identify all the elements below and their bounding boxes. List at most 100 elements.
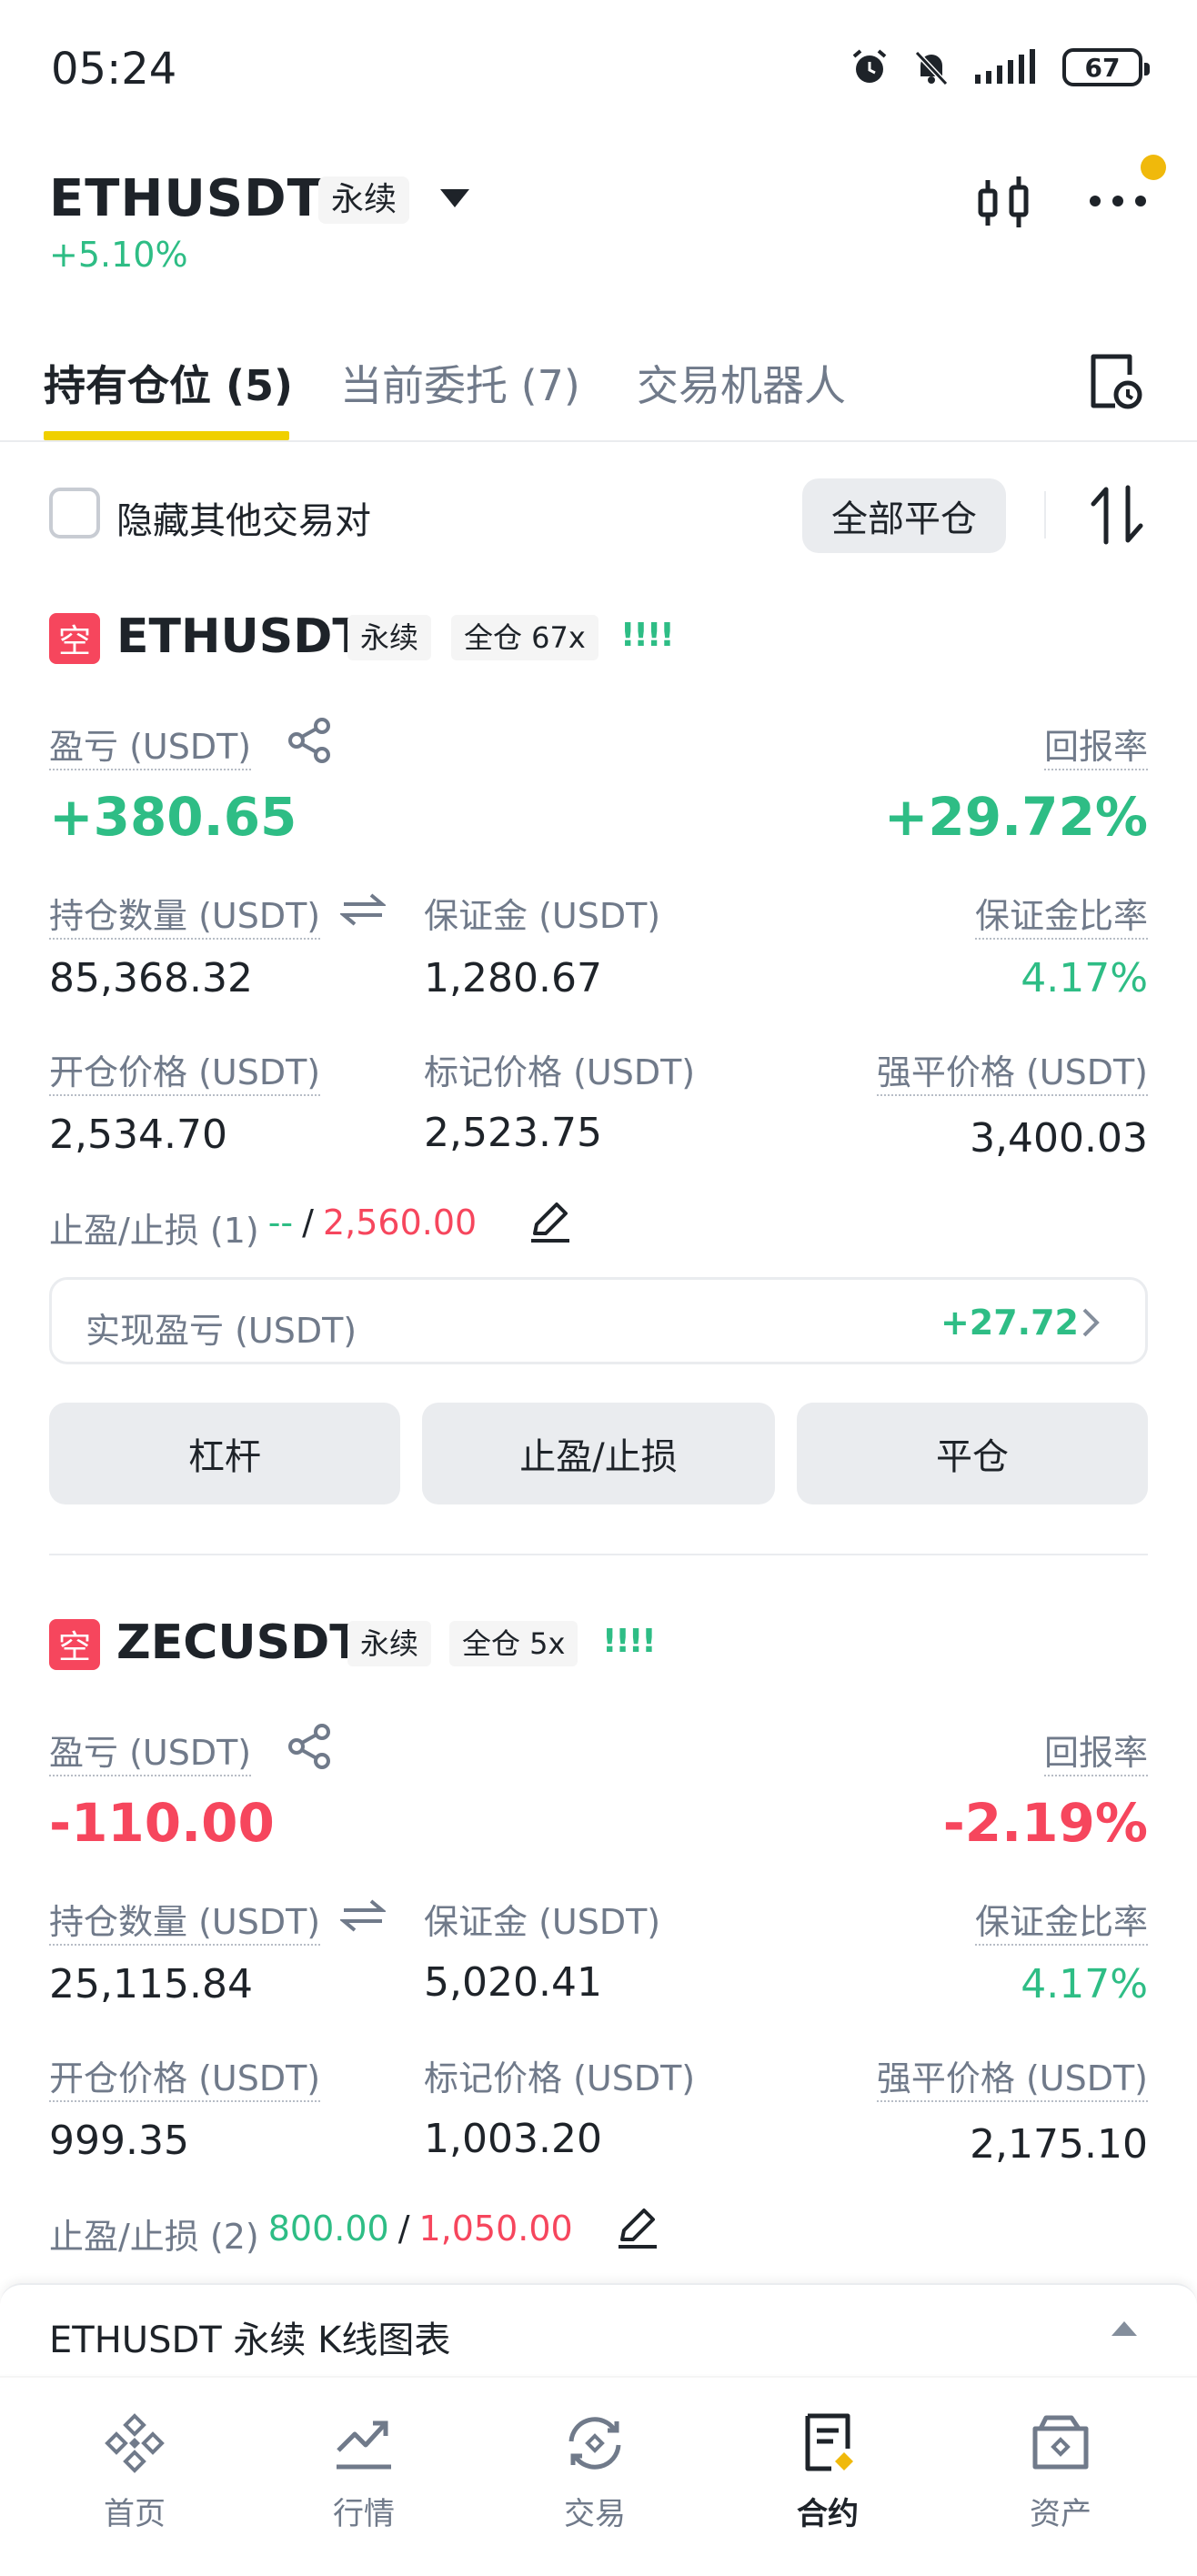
margin-label: 保证金 (USDT): [424, 1902, 661, 1942]
adl-indicator: !!!!: [602, 1623, 657, 1660]
margin-value: 5,020.41: [424, 1959, 602, 2006]
trade-exchange-icon: [568, 2417, 621, 2470]
close-position-button[interactable]: 平仓: [797, 1403, 1148, 1504]
stop-loss-value: 2,560.00: [322, 1202, 478, 1243]
page-title[interactable]: ETHUSDT: [49, 169, 323, 228]
margin-mode-badge[interactable]: 全仓 5x: [449, 1621, 578, 1666]
roe-value: -2.19%: [942, 1792, 1148, 1854]
nav-trade[interactable]: 交易: [513, 2410, 677, 2533]
tpsl-separator: /: [302, 1202, 314, 1243]
margin-ratio-label[interactable]: 保证金比率: [974, 1902, 1148, 1946]
tpsl-separator: /: [397, 2209, 410, 2249]
short-badge: 空: [49, 613, 100, 664]
order-history-icon[interactable]: [1088, 351, 1144, 411]
divider: [1044, 491, 1046, 538]
more-menu-icon[interactable]: [1086, 178, 1150, 224]
size-value: 85,368.32: [49, 955, 253, 1001]
close-all-button[interactable]: 全部平仓: [802, 478, 1006, 553]
tab-active-indicator: [44, 431, 289, 440]
realized-pnl-label: 实现盈亏 (USDT): [86, 1311, 357, 1351]
size-label[interactable]: 持仓数量 (USDT): [49, 896, 321, 940]
markets-chart-icon: [337, 2420, 391, 2470]
share-icon[interactable]: [286, 717, 333, 764]
status-time: 05:24: [51, 44, 177, 95]
tab-trading-bots[interactable]: 交易机器人: [637, 353, 846, 413]
nav-label: 首页: [104, 2496, 166, 2532]
pnl-label[interactable]: 盈亏 (USDT): [49, 727, 252, 770]
margin-ratio-value: 4.17%: [1021, 955, 1148, 1001]
tab-positions[interactable]: 持有仓位 (5): [44, 353, 293, 413]
position-symbol[interactable]: ETHUSDT: [116, 609, 365, 664]
size-label[interactable]: 持仓数量 (USDT): [49, 1902, 321, 1946]
tpsl-row: 止盈/止损 (1) -- / 2,560.00: [49, 1202, 477, 1253]
unrealized-pnl-value: -110.00: [49, 1792, 275, 1854]
nav-label: 合约: [797, 2496, 859, 2532]
perpetual-badge: 永续: [347, 615, 432, 660]
nav-label: 交易: [564, 2496, 626, 2532]
entry-price-label[interactable]: 开仓价格 (USDT): [49, 1052, 321, 1096]
battery-level: 67: [1084, 52, 1121, 83]
status-icons: 67: [850, 47, 1150, 87]
tab-open-orders[interactable]: 当前委托 (7): [340, 353, 580, 413]
tpsl-label: 止盈/止损 (1): [49, 1211, 259, 1251]
mark-price-label: 标记价格 (USDT): [424, 2058, 696, 2098]
liq-price-value: 2,175.10: [970, 2121, 1148, 2168]
leverage-button[interactable]: 杠杆: [49, 1403, 400, 1504]
chevron-right-icon: [1082, 1308, 1100, 1337]
wallet-icon: [1032, 2415, 1089, 2470]
hide-other-pairs-checkbox[interactable]: [49, 488, 100, 538]
margin-value: 1,280.67: [424, 955, 602, 1001]
short-badge: 空: [49, 1619, 100, 1670]
tpsl-button[interactable]: 止盈/止损: [422, 1403, 775, 1504]
nav-markets[interactable]: 行情: [282, 2410, 446, 2533]
mark-price-value: 2,523.75: [424, 1110, 602, 1156]
edit-tpsl-icon[interactable]: [528, 1199, 573, 1244]
swap-unit-icon[interactable]: [340, 1897, 386, 1934]
nav-label: 行情: [333, 2496, 395, 2532]
nav-label: 资产: [1030, 2496, 1091, 2532]
size-value: 25,115.84: [49, 1961, 253, 2007]
card-divider: [49, 1554, 1148, 1555]
stop-loss-value: 1,050.00: [418, 2209, 573, 2249]
liq-price-value: 3,400.03: [970, 1115, 1148, 1162]
signal-icon: [975, 49, 1035, 84]
expand-up-icon[interactable]: [1112, 2321, 1137, 2336]
edit-tpsl-icon[interactable]: [615, 2205, 660, 2250]
share-icon[interactable]: [286, 1723, 333, 1770]
pnl-label[interactable]: 盈亏 (USDT): [49, 1733, 252, 1776]
sort-icon[interactable]: [1088, 482, 1146, 548]
nav-futures[interactable]: 合约: [746, 2410, 910, 2533]
entry-price-value: 999.35: [49, 2118, 189, 2164]
unrealized-pnl-value: +380.65: [49, 786, 297, 848]
position-symbol[interactable]: ZECUSDT: [116, 1615, 362, 1670]
symbol-dropdown-icon[interactable]: [440, 189, 469, 207]
price-change: +5.10%: [49, 235, 188, 275]
perpetual-badge: 永续: [347, 1621, 432, 1666]
adl-indicator: !!!!: [620, 617, 675, 654]
margin-ratio-label[interactable]: 保证金比率: [974, 896, 1148, 940]
home-logo-icon: [105, 2413, 165, 2473]
margin-mode-badge[interactable]: 全仓 67x: [451, 615, 598, 660]
candlestick-chart-icon[interactable]: [975, 173, 1033, 231]
tpsl-row: 止盈/止损 (2) 800.00 / 1,050.00: [49, 2209, 573, 2259]
mute-bell-icon: [914, 50, 949, 86]
realized-pnl-value: +27.72: [940, 1303, 1079, 1343]
nav-home[interactable]: 首页: [53, 2410, 216, 2533]
hide-other-pairs-label: 隐藏其他交易对: [116, 500, 371, 542]
swap-unit-icon[interactable]: [340, 891, 386, 928]
kline-chart-label: ETHUSDT 永续 K线图表: [49, 2319, 451, 2361]
liq-price-label[interactable]: 强平价格 (USDT): [876, 1052, 1148, 1096]
roe-label[interactable]: 回报率: [1043, 1733, 1148, 1776]
liq-price-label[interactable]: 强平价格 (USDT): [876, 2058, 1148, 2102]
margin-ratio-value: 4.17%: [1021, 1961, 1148, 2007]
roe-label[interactable]: 回报率: [1043, 727, 1148, 770]
tabs-divider: [0, 440, 1197, 442]
futures-document-icon: [805, 2413, 853, 2471]
nav-assets[interactable]: 资产: [979, 2410, 1142, 2533]
entry-price-value: 2,534.70: [49, 1112, 227, 1158]
perpetual-badge: 永续: [318, 176, 410, 224]
notification-dot: [1141, 155, 1166, 180]
take-profit-value: 800.00: [267, 2209, 389, 2249]
entry-price-label[interactable]: 开仓价格 (USDT): [49, 2058, 321, 2102]
roe-value: +29.72%: [883, 786, 1148, 848]
